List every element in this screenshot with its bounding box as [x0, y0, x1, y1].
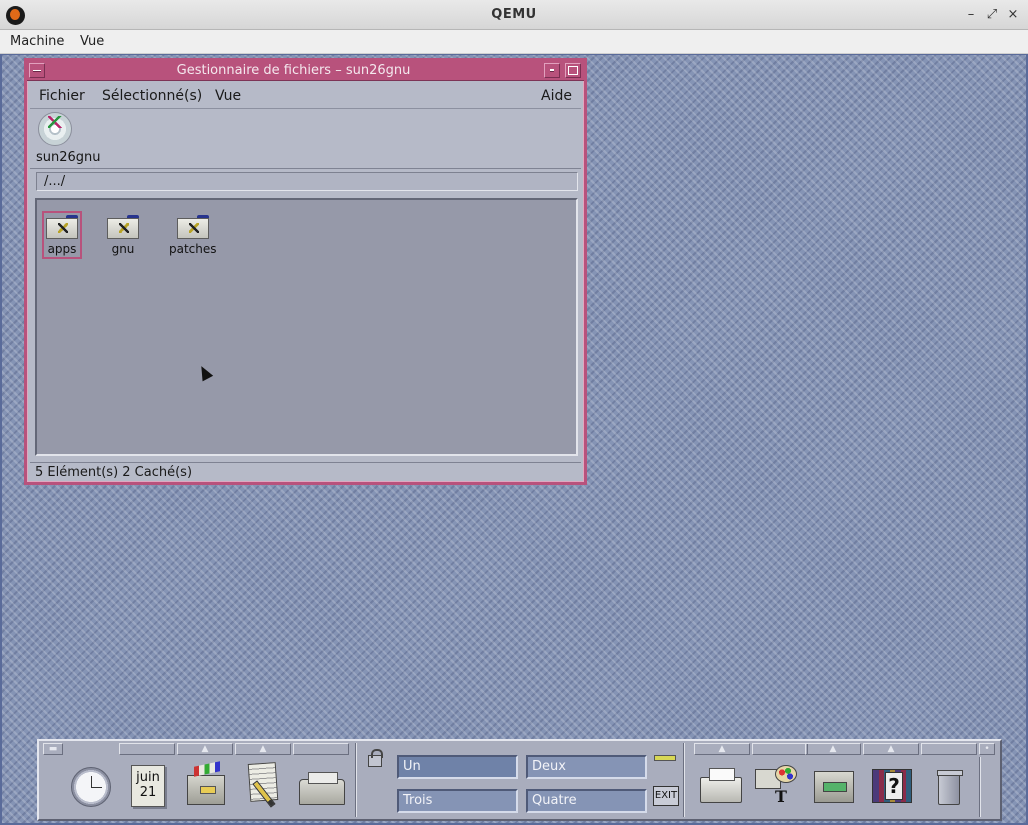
workspace-button-quatre[interactable]: Quatre — [526, 789, 647, 813]
workspace-button-deux[interactable]: Deux — [526, 755, 647, 779]
folder-gnu[interactable]: gnu — [107, 215, 139, 256]
path-text: /.../ — [44, 174, 66, 189]
minimize-window-button[interactable] — [544, 63, 560, 78]
file-label: patches — [169, 242, 217, 256]
file-manager-title: Gestionnaire de fichiers – sun26gnu — [176, 63, 411, 78]
maximize-window-button[interactable] — [565, 63, 581, 78]
calendar-control[interactable]: juin 21 — [129, 761, 175, 809]
file-label: apps — [47, 242, 77, 256]
style-manager-control[interactable]: T — [753, 761, 799, 809]
divider — [30, 168, 581, 169]
menu-fichier[interactable]: Fichier — [39, 88, 85, 104]
style-manager-icon: T — [755, 765, 799, 807]
application-manager-control[interactable] — [810, 761, 856, 809]
path-field[interactable]: /.../ — [36, 172, 578, 191]
minimize-button[interactable]: – — [962, 6, 980, 24]
subpanel-arrow-5[interactable]: ▲ — [694, 743, 750, 755]
help-manager-control[interactable] — [868, 761, 914, 809]
file-manager-menubar: Fichier Sélectionné(s) Vue Aide — [30, 83, 581, 109]
minimize-icon — [550, 69, 554, 72]
maximize-icon — [568, 66, 578, 75]
folder-apps[interactable]: apps — [42, 211, 82, 259]
file-list-pane[interactable]: apps gnu patches — [35, 198, 578, 456]
subpanel-arrow-3[interactable]: ▲ — [235, 743, 291, 755]
status-text: 5 Elément(s) 2 Caché(s) — [35, 465, 193, 480]
folder-patches[interactable]: patches — [169, 215, 217, 256]
qemu-window-title: QEMU — [491, 7, 537, 22]
front-panel: ▬ ▲ ▲ juin 21 Un Deux Trois Quatre EXIT … — [37, 739, 1002, 821]
file-manager-titlebar[interactable]: Gestionnaire de fichiers – sun26gnu — [27, 61, 584, 81]
panel-minimize-button[interactable]: • — [979, 743, 995, 755]
subpanel-arrow-2[interactable]: ▲ — [177, 743, 233, 755]
divider — [979, 757, 981, 817]
divider — [355, 743, 357, 817]
subpanel-arrow-9[interactable] — [921, 743, 977, 755]
subpanel-arrow-8[interactable]: ▲ — [863, 743, 919, 755]
folder-icon — [46, 215, 78, 239]
file-manager-window: Gestionnaire de fichiers – sun26gnu Fich… — [24, 58, 587, 485]
mailer-control[interactable] — [297, 761, 345, 809]
folder-icon — [176, 215, 209, 239]
application-manager-icon — [814, 771, 854, 803]
trash-control[interactable] — [926, 761, 972, 809]
file-drawer-icon — [187, 775, 225, 805]
cde-desktop[interactable]: Gestionnaire de fichiers – sun26gnu Fich… — [2, 55, 1026, 823]
menu-machine[interactable]: Machine — [10, 34, 64, 49]
menu-aide[interactable]: Aide — [541, 88, 572, 104]
exit-button[interactable]: EXIT — [653, 786, 679, 806]
mailer-icon — [299, 772, 345, 805]
folder-icon — [107, 215, 139, 239]
menu-selectionnes[interactable]: Sélectionné(s) — [102, 88, 202, 104]
text-editor-control[interactable] — [243, 761, 289, 809]
restore-button[interactable]: ⤢ — [983, 6, 1001, 24]
help-books-icon — [872, 769, 912, 803]
cd-rom-icon[interactable] — [38, 112, 72, 146]
clock-icon — [71, 767, 111, 807]
file-label: gnu — [111, 242, 135, 256]
subpanel-arrow-6[interactable] — [752, 743, 808, 755]
status-bar: 5 Elément(s) 2 Caché(s) — [30, 462, 581, 482]
printer-icon — [700, 768, 742, 803]
host-label: sun26gnu — [36, 150, 101, 165]
qemu-titlebar: QEMU – ⤢ × — [0, 0, 1028, 30]
clock-control[interactable] — [71, 761, 117, 809]
subpanel-arrow-7[interactable]: ▲ — [805, 743, 861, 755]
window-menu-icon — [33, 70, 41, 72]
panel-menu-button[interactable]: ▬ — [43, 743, 63, 755]
divider — [683, 743, 685, 817]
subpanel-arrow-4[interactable] — [293, 743, 349, 755]
calendar-day: 21 — [139, 785, 157, 800]
calendar-month: juin — [136, 770, 160, 785]
workspace-button-un[interactable]: Un — [397, 755, 518, 779]
printer-control[interactable] — [698, 761, 744, 809]
workspace-button-trois[interactable]: Trois — [397, 789, 518, 813]
calendar-icon: juin 21 — [131, 765, 165, 807]
close-button[interactable]: × — [1004, 6, 1022, 24]
busy-indicator-icon — [654, 755, 676, 761]
menu-vue-fm[interactable]: Vue — [215, 88, 241, 104]
window-menu-button[interactable] — [29, 63, 45, 78]
subpanel-arrow-1[interactable] — [119, 743, 175, 755]
lock-icon[interactable] — [368, 749, 383, 767]
qemu-menubar: Machine Vue — [0, 30, 1028, 54]
file-manager-control[interactable] — [183, 761, 229, 809]
trash-icon — [937, 770, 963, 805]
menu-vue[interactable]: Vue — [80, 34, 104, 49]
